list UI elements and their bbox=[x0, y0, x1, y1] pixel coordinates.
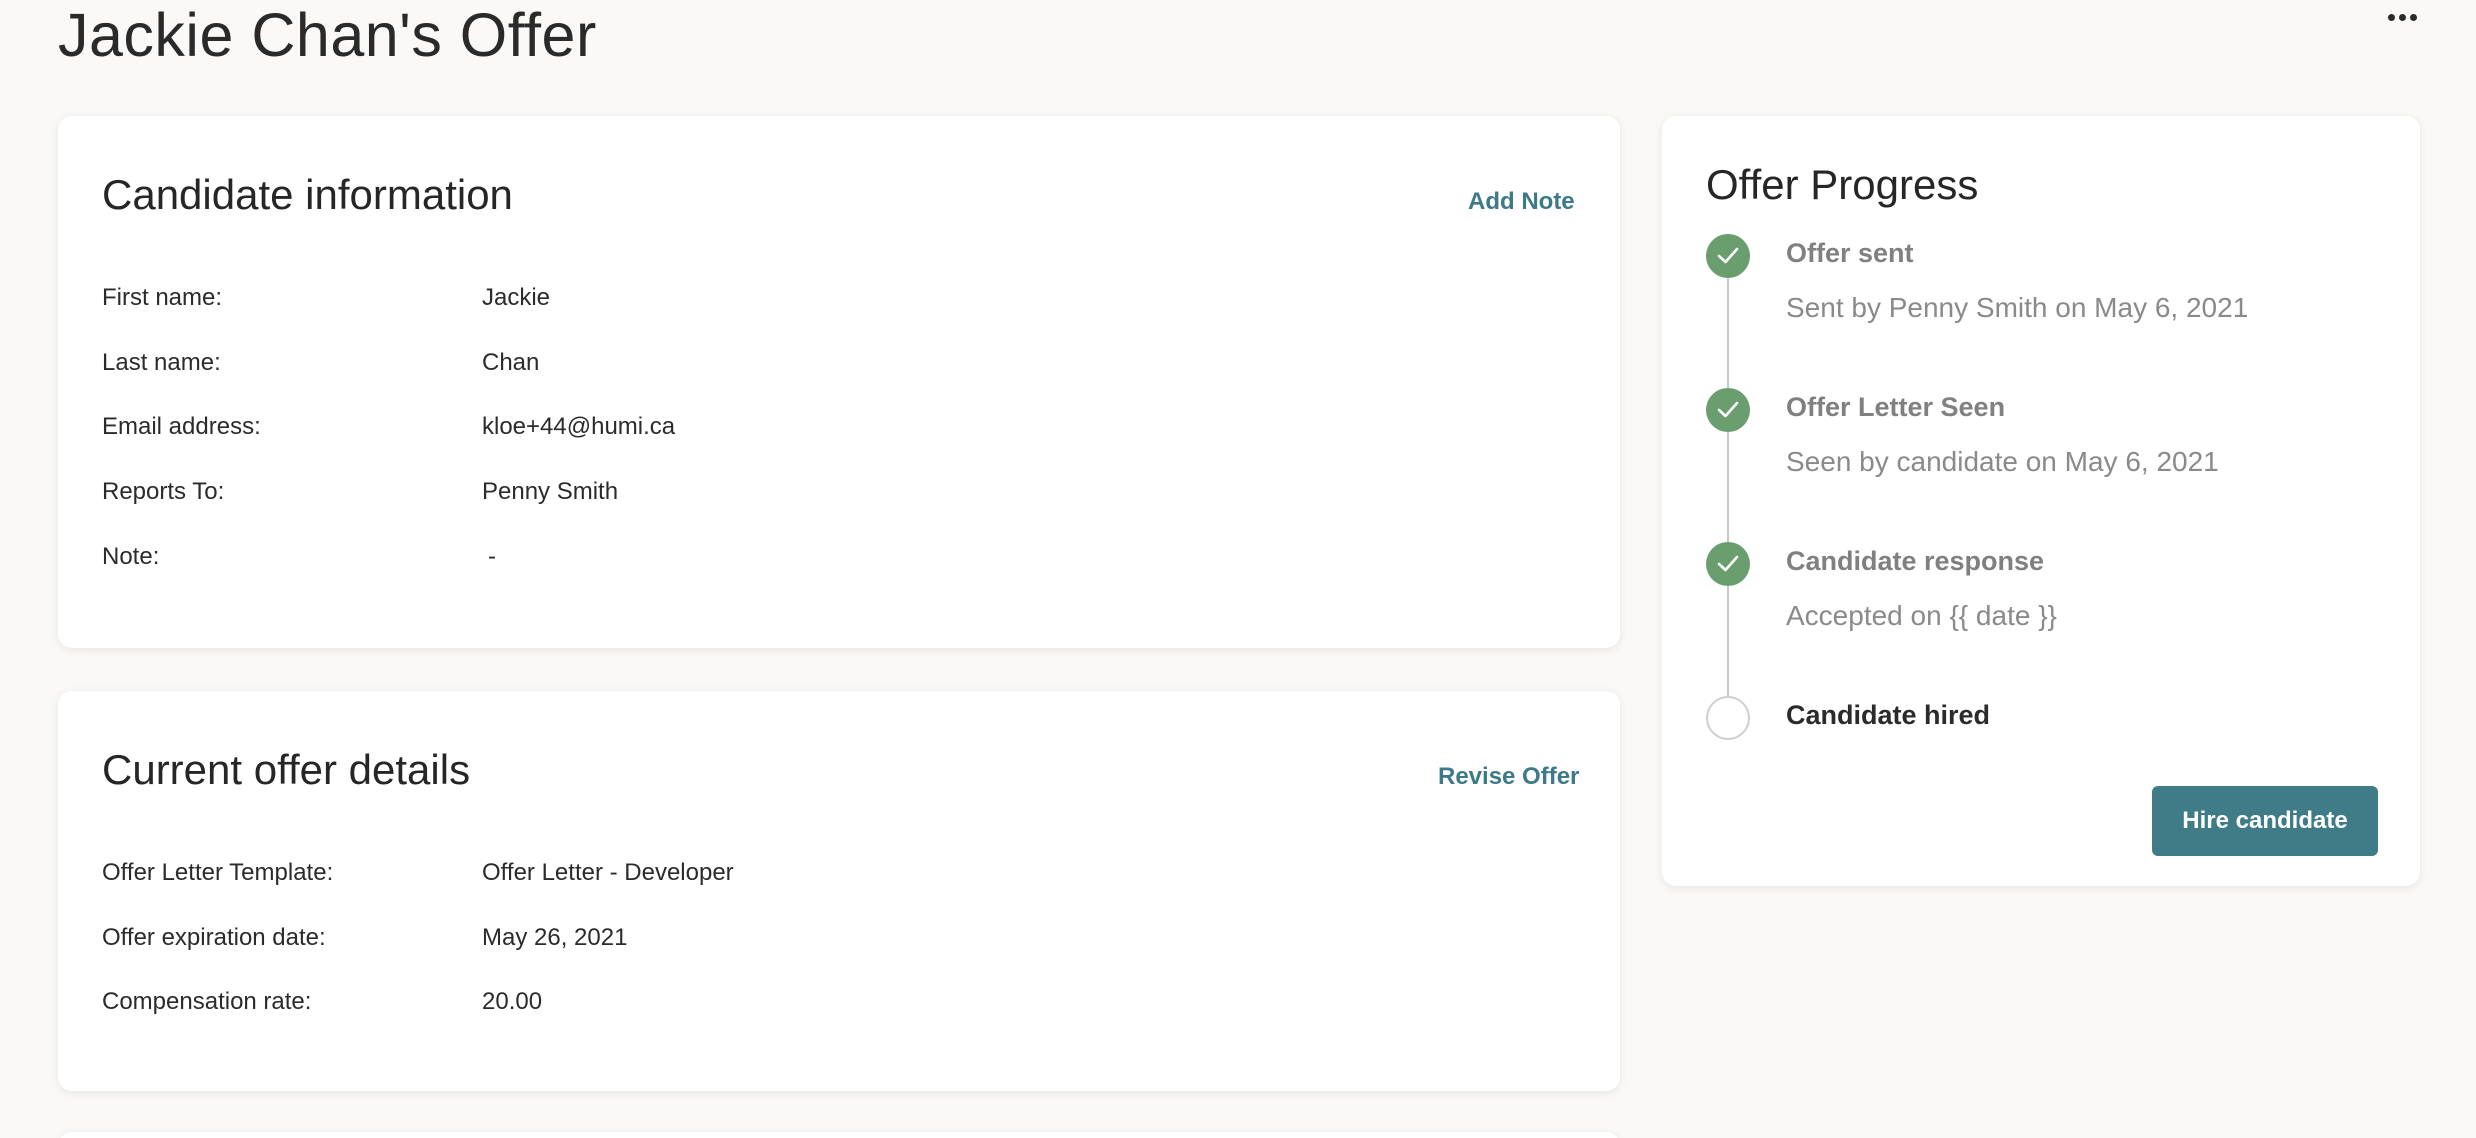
step-connector bbox=[1727, 432, 1729, 542]
revise-offer-link[interactable]: Revise Offer bbox=[1438, 763, 1579, 791]
field-label: Compensation rate: bbox=[102, 988, 312, 1015]
field-label: First name: bbox=[102, 284, 223, 311]
step-description: Seen by candidate on May 6, 2021 bbox=[1786, 446, 2219, 477]
add-note-link[interactable]: Add Note bbox=[1468, 188, 1575, 216]
more-options-icon[interactable] bbox=[2380, 0, 2424, 34]
check-icon bbox=[1706, 234, 1750, 278]
field-label: Offer Letter Template: bbox=[102, 859, 334, 886]
offer-progress-title: Offer Progress bbox=[1706, 161, 1979, 208]
field-compensation-rate: Compensation rate: 20.00 bbox=[102, 988, 1572, 1028]
check-icon bbox=[1706, 542, 1750, 586]
step-description: Accepted on {{ date }} bbox=[1786, 600, 2057, 631]
current-offer-details-title: Current offer details bbox=[102, 746, 471, 793]
hire-candidate-button[interactable]: Hire candidate bbox=[2152, 786, 2378, 856]
step-title: Candidate response bbox=[1786, 546, 2045, 576]
field-offer-expiration-date: Offer expiration date: May 26, 2021 bbox=[102, 924, 1572, 964]
offer-progress-card: Offer Progress Offer sent Sent by Penny … bbox=[1662, 116, 2420, 886]
offer-page: Jackie Chan's Offer Candidate informatio… bbox=[0, 0, 2476, 1138]
field-label: Reports To: bbox=[102, 478, 225, 505]
field-value: Penny Smith bbox=[482, 478, 619, 505]
field-value: Chan bbox=[482, 349, 540, 376]
field-offer-letter-template: Offer Letter Template: Offer Letter - De… bbox=[102, 859, 1572, 899]
step-description: Sent by Penny Smith on May 6, 2021 bbox=[1786, 292, 2249, 323]
step-title: Offer Letter Seen bbox=[1786, 392, 2006, 422]
field-value: 20.00 bbox=[482, 988, 543, 1015]
more-dot bbox=[2409, 13, 2417, 21]
field-label: Offer expiration date: bbox=[102, 924, 326, 951]
more-dot bbox=[2387, 13, 2395, 21]
field-value: Jackie bbox=[482, 284, 551, 311]
field-value: May 26, 2021 bbox=[482, 924, 628, 951]
field-label: Last name: bbox=[102, 349, 221, 376]
more-dot bbox=[2398, 13, 2406, 21]
step-connector bbox=[1727, 586, 1729, 696]
field-email: Email address: kloe+44@humi.ca bbox=[102, 413, 1572, 453]
check-icon bbox=[1706, 388, 1750, 432]
current-offer-details-card: Current offer details Revise Offer Offer… bbox=[58, 691, 1620, 1091]
next-card-edge bbox=[58, 1132, 1620, 1138]
step-title: Offer sent bbox=[1786, 238, 1914, 268]
field-value: kloe+44@humi.ca bbox=[482, 413, 676, 440]
field-first-name: First name: Jackie bbox=[102, 284, 1572, 324]
page-title: Jackie Chan's Offer bbox=[58, 1, 597, 69]
field-last-name: Last name: Chan bbox=[102, 349, 1572, 389]
step-title: Candidate hired bbox=[1786, 700, 1991, 730]
field-value: - bbox=[488, 543, 496, 570]
field-label: Note: bbox=[102, 543, 160, 570]
field-note: Note: - bbox=[102, 543, 1572, 583]
step-connector bbox=[1727, 278, 1729, 388]
field-label: Email address: bbox=[102, 413, 261, 440]
field-value: Offer Letter - Developer bbox=[482, 859, 734, 886]
field-reports-to: Reports To: Penny Smith bbox=[102, 478, 1572, 518]
pending-circle-icon bbox=[1706, 696, 1750, 740]
candidate-information-card: Candidate information Add Note First nam… bbox=[58, 116, 1620, 648]
candidate-information-title: Candidate information bbox=[102, 171, 513, 218]
